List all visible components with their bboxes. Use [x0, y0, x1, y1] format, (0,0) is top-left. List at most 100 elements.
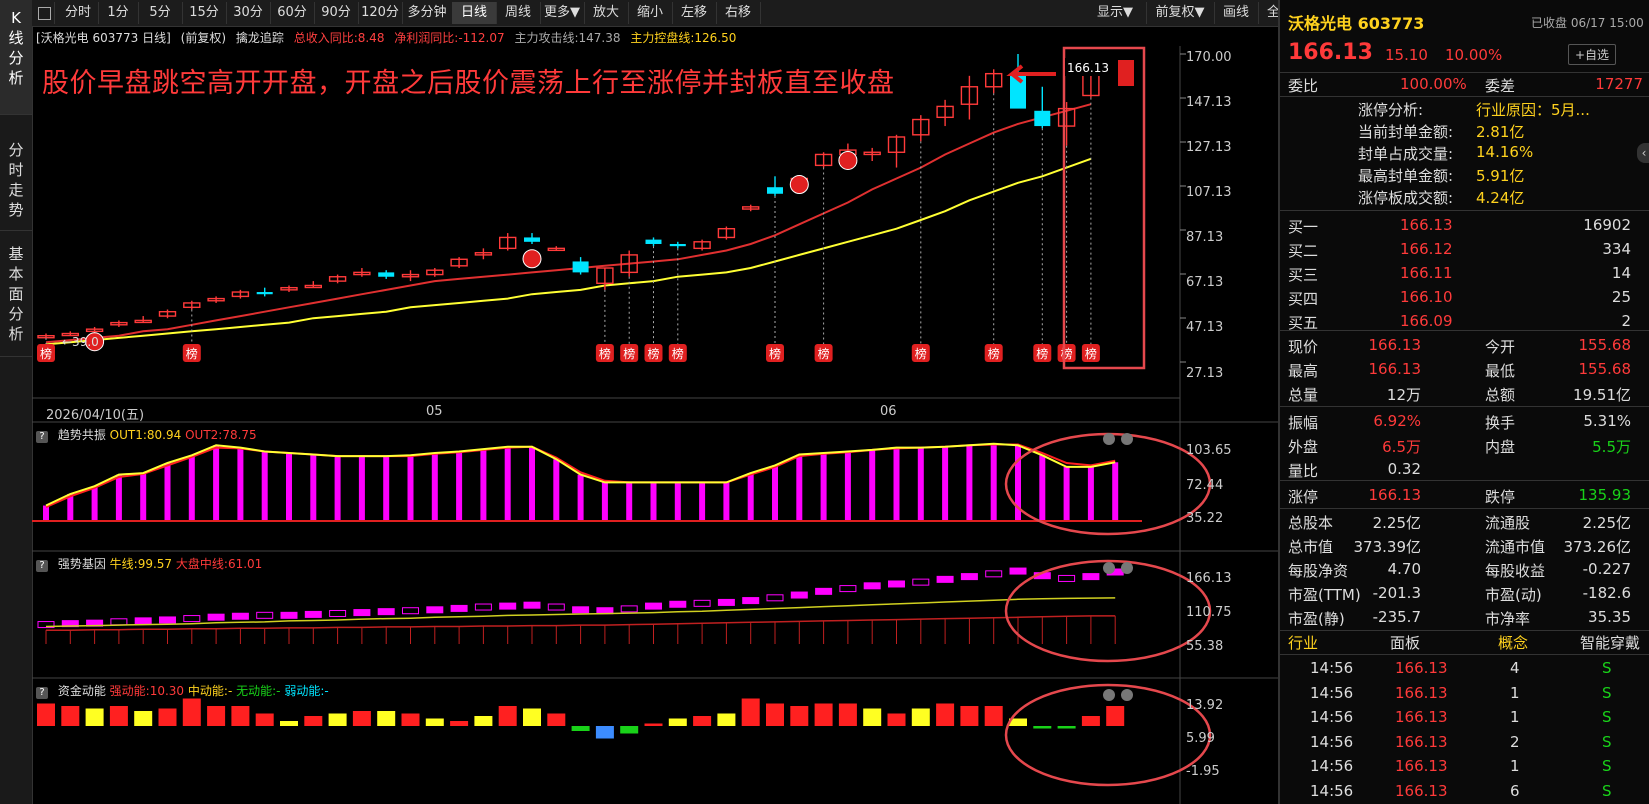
candle-body: [256, 292, 273, 295]
trade-volume: 1: [1510, 683, 1520, 702]
trend-bar: [140, 473, 147, 521]
trend-bar: [966, 445, 973, 521]
trade-volume: 1: [1510, 757, 1520, 775]
quote-label: 每股净资: [1288, 562, 1349, 580]
momentum-bar: [790, 706, 809, 726]
limit-info-value: 14.16%: [1476, 143, 1534, 161]
date-june: 06: [880, 404, 897, 419]
limit-info-label: 封单占成交量:: [1358, 145, 1454, 163]
toolbar-btn-5[interactable]: 60分: [270, 2, 315, 24]
trade-volume: 2: [1510, 732, 1520, 751]
tab-3[interactable]: 智能穿戴: [1580, 632, 1640, 653]
quote-row: 每股净资 4.70 每股收益 -0.227: [1280, 558, 1649, 582]
quote-value: 5.5万: [1592, 438, 1631, 456]
tab-1[interactable]: 面板: [1390, 632, 1420, 653]
help-icon[interactable]: ?: [36, 687, 48, 699]
bid-price: 166.09: [1400, 312, 1453, 330]
gene-block: [450, 604, 468, 612]
tab-0[interactable]: 行业: [1288, 632, 1318, 653]
toolbar-btn-6[interactable]: 90分: [314, 2, 359, 24]
trend-bar: [553, 459, 560, 521]
indicator-name[interactable]: 擒龙追踪: [236, 31, 284, 45]
toolbar-btn-7[interactable]: 120分: [358, 2, 403, 24]
rail-tab-intraday[interactable]: 分时走势: [0, 116, 32, 231]
toolbar-btn-0[interactable]: 分时: [58, 2, 99, 24]
arrow-icon: [1006, 64, 1056, 84]
collapse-arrow-icon[interactable]: ‹: [1637, 143, 1649, 163]
quote-value: 5.31%: [1583, 412, 1631, 430]
trade-price: 166.13: [1395, 732, 1448, 751]
bid-volume: 2: [1621, 312, 1631, 330]
rail-tab-fundamental-label: 基本面分析: [8, 245, 24, 343]
toolbar-btn-13[interactable]: 缩小: [628, 2, 673, 24]
toolbar-btn-11[interactable]: 更多▼: [540, 2, 585, 24]
trade-volume: 4: [1510, 659, 1520, 677]
highlight-box: [1062, 46, 1146, 370]
add-watchlist-button[interactable]: +自选: [1568, 44, 1617, 65]
toolbar-right-btn-0[interactable]: 显示▼: [1084, 2, 1147, 24]
toolbar-right-btn-2[interactable]: 画线: [1214, 2, 1259, 24]
candle-body: [645, 239, 662, 244]
momentum-bar: [766, 703, 784, 726]
price-tick: 127.13: [1186, 140, 1232, 155]
gene-block: [499, 602, 517, 610]
title-row: 沃格光电 603773 已收盘 06/17 15:00: [1280, 8, 1649, 34]
trend-bar: [529, 446, 535, 521]
limit-info-value: 5.91亿: [1476, 167, 1525, 185]
quote-panel: 沃格光电 603773 已收盘 06/17 15:00 166.13 15.10 10.…: [1278, 0, 1649, 804]
checkbox-icon[interactable]: [34, 2, 55, 24]
help-icon[interactable]: ?: [36, 560, 48, 572]
toolbar-btn-10[interactable]: 周线: [496, 2, 541, 24]
momentum-bar: [498, 706, 517, 726]
quote-row: 总股本 2.25亿 流通股 2.25亿: [1280, 510, 1649, 534]
last-price-tag: 166.13: [1067, 61, 1109, 75]
momentum-bar: [1106, 706, 1125, 726]
quote-label: 市盈(静): [1288, 610, 1345, 628]
trade-time: 14:56: [1310, 781, 1354, 800]
toolbar-btn-14[interactable]: 左移: [672, 2, 717, 24]
bid-volume: 25: [1611, 288, 1631, 306]
toolbar-btn-15[interactable]: 右移: [716, 2, 761, 24]
toolbar-right-btn-1[interactable]: 前复权▼: [1146, 2, 1215, 24]
rail-tab-kline-label: K线分析: [8, 9, 24, 87]
trend-bar: [188, 455, 195, 521]
toolbar-btn-3[interactable]: 15分: [182, 2, 227, 24]
momentum-bar: [960, 706, 979, 726]
toolbar-btn-1[interactable]: 1分: [98, 2, 139, 24]
limit-info-value: 行业原因：5月...: [1476, 101, 1590, 119]
limit-row: 涨停 166.13 跌停 135.93: [1280, 484, 1649, 508]
momentum-bar: [255, 713, 274, 726]
quote-value: -0.227: [1582, 560, 1631, 578]
momentum-bar: [863, 708, 882, 726]
trend-bar: [1063, 466, 1070, 521]
tab-2[interactable]: 概念: [1498, 632, 1528, 653]
limit-info-row: 涨停分析: 行业原因：5月...: [1280, 97, 1649, 121]
trend-bar: [577, 474, 584, 521]
rail-tab-fundamental[interactable]: 基本面分析: [0, 232, 32, 357]
panel1-name[interactable]: 趋势共振: [58, 428, 106, 442]
bid-label: 买二: [1288, 242, 1319, 260]
help-icon[interactable]: ?: [36, 431, 48, 443]
limit-down-value: 135.93: [1578, 486, 1632, 504]
momentum-bar: [280, 721, 298, 726]
toolbar-btn-12[interactable]: 放大: [584, 2, 629, 24]
rail-tab-kline[interactable]: K线分析: [0, 0, 32, 115]
panel2-name[interactable]: 强势基因: [58, 557, 106, 571]
toolbar-btn-8[interactable]: 多分钟: [402, 2, 453, 24]
momentum-bar: [231, 706, 250, 726]
toolbar-btn-9[interactable]: 日线: [452, 2, 497, 24]
candle-body: [767, 187, 783, 194]
trade-price: 166.13: [1395, 683, 1448, 702]
toolbar-btn-4[interactable]: 30分: [226, 2, 271, 24]
toolbar-btn-2[interactable]: 5分: [138, 2, 183, 24]
quote-row: 总量 12万 总额 19.51亿: [1280, 382, 1649, 406]
candle-body: [524, 237, 540, 242]
trade-price: 166.13: [1395, 659, 1448, 677]
gene-block: [936, 575, 954, 583]
gene-block: [329, 609, 347, 617]
trade-side: S: [1602, 708, 1612, 726]
left-rail: K线分析 分时走势 基本面分析: [0, 0, 33, 804]
quote-label: 总股本: [1288, 514, 1334, 532]
date-may: 05: [426, 404, 443, 419]
panel3-name[interactable]: 资金动能: [58, 684, 106, 698]
